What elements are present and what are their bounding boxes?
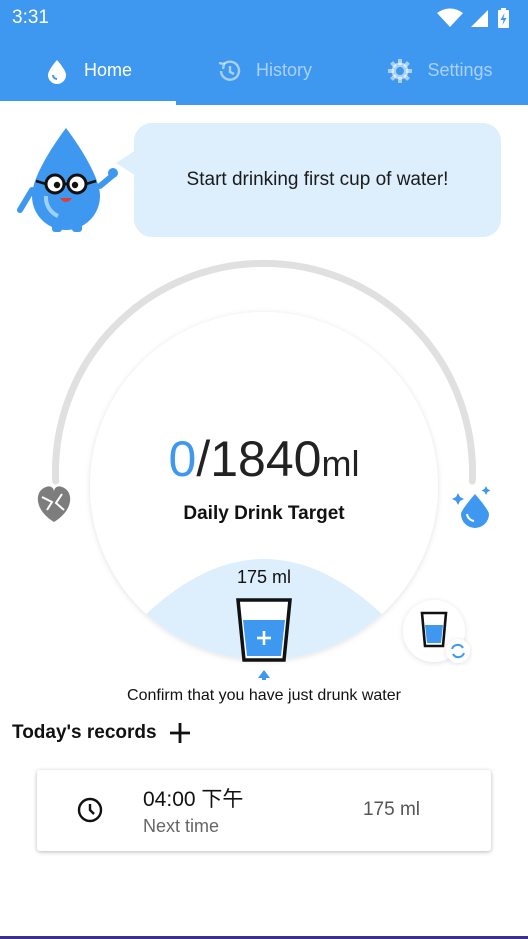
status-bar: 3:31 bbox=[0, 0, 528, 36]
record-item[interactable]: 04:00 下午 Next time 175 ml bbox=[37, 770, 491, 851]
gear-icon bbox=[388, 58, 413, 83]
current-intake: 0 bbox=[168, 431, 197, 487]
confirm-drink-text: Confirm that you have just drunk water bbox=[127, 687, 401, 704]
status-icons bbox=[437, 8, 509, 28]
up-arrow-icon bbox=[258, 670, 270, 680]
water-drop-icon bbox=[47, 59, 66, 84]
tab-history-label: History bbox=[255, 60, 312, 80]
drink-cup-button bbox=[236, 598, 292, 662]
cup-amount: 175 ml bbox=[236, 567, 292, 587]
record-amount: 175 ml bbox=[362, 799, 420, 820]
records-title: Today's records bbox=[12, 722, 157, 743]
clock-icon bbox=[77, 797, 103, 823]
wifi-icon bbox=[437, 8, 463, 27]
history-icon bbox=[218, 60, 241, 81]
tab-home-label: Home bbox=[83, 60, 132, 80]
signal-icon bbox=[471, 10, 488, 27]
battery-charging-icon bbox=[498, 8, 509, 28]
add-record-icon[interactable] bbox=[168, 721, 192, 745]
target-intake: 1840 bbox=[210, 431, 322, 487]
tab-bar: Home History Settings bbox=[0, 36, 528, 105]
intake-display: 0/1840ml bbox=[0, 430, 528, 488]
mascot-message: Start drinking first cup of water! bbox=[134, 123, 501, 237]
tab-history[interactable]: History bbox=[176, 36, 352, 105]
bubble-tail bbox=[116, 150, 136, 176]
tab-settings[interactable]: Settings bbox=[352, 36, 528, 105]
intake-separator: / bbox=[196, 431, 211, 487]
mascot-water-drop-icon bbox=[17, 128, 118, 232]
record-time: 04:00 下午 bbox=[143, 788, 244, 811]
status-time: 3:31 bbox=[12, 7, 49, 28]
tab-settings-label: Settings bbox=[427, 60, 493, 80]
record-note: Next time bbox=[143, 816, 220, 836]
intake-unit: ml bbox=[321, 443, 360, 484]
switch-cup-button bbox=[403, 600, 470, 663]
active-tab-indicator bbox=[0, 101, 176, 105]
daily-target-label: Daily Drink Target bbox=[183, 503, 345, 524]
tab-home[interactable]: Home bbox=[0, 36, 176, 105]
